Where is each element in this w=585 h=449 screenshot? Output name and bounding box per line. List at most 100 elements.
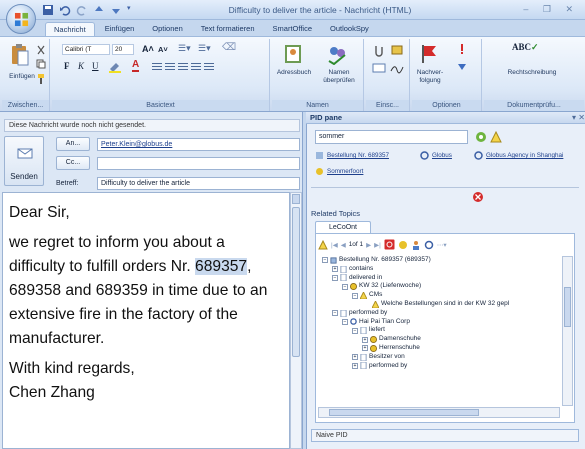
last-page-icon[interactable]: ▶| (374, 241, 381, 249)
spelling-label[interactable]: Rechtschreibung (484, 69, 580, 77)
italic-icon[interactable]: K (78, 61, 84, 71)
tree-node[interactable]: − Hai Pai Tian Corp (322, 318, 560, 327)
pid-search-input[interactable]: sommer (315, 130, 468, 144)
to-field[interactable]: Peter.Klein@globus.de (97, 138, 300, 151)
cc-button[interactable]: Cc... (56, 156, 90, 170)
tab-einfuegen[interactable]: Einfügen (97, 22, 143, 36)
tab-outlookspy[interactable]: OutlookSpy (322, 22, 377, 36)
grow-font-icon[interactable]: A˄ (142, 44, 154, 54)
subject-field[interactable]: Difficulty to deliver the article (97, 177, 300, 190)
tab-smartoffice[interactable]: SmartOffice (265, 22, 320, 36)
to-button[interactable]: An... (56, 137, 90, 151)
collapse-icon[interactable]: − (322, 257, 328, 264)
font-name-select[interactable]: Calibri (T (62, 44, 110, 55)
tab-nachricht[interactable]: Nachricht (45, 22, 95, 36)
numbering-icon[interactable]: ☰▾ (198, 43, 211, 54)
scroll-thumb[interactable] (292, 207, 300, 357)
tree-vertical-scrollbar[interactable] (562, 256, 573, 406)
spelling-icon[interactable]: ABC✓ (512, 42, 539, 53)
signature-icon[interactable] (390, 61, 404, 75)
clear-format-icon[interactable]: ⌫ (222, 42, 236, 53)
tree-node[interactable]: + Herrenschuhe (322, 344, 560, 353)
attach-file-icon[interactable] (372, 43, 386, 57)
message-body[interactable]: Dear Sir, we regret to inform you about … (2, 192, 290, 449)
shrink-font-icon[interactable]: A˅ (158, 45, 168, 54)
first-page-icon[interactable]: |◀ (331, 241, 338, 249)
pid-link-order[interactable]: Bestellung Nr. 689357 (327, 152, 389, 159)
tree-node[interactable]: − KW 32 (Liefenwoche) (322, 282, 560, 291)
increase-indent-icon[interactable] (204, 63, 214, 71)
tree-node[interactable]: + Besitzer von (322, 353, 560, 362)
body-scrollbar[interactable] (290, 192, 302, 449)
decrease-indent-icon[interactable] (191, 63, 201, 71)
tab-text-formatieren[interactable]: Text formatieren (193, 22, 263, 36)
expand-icon[interactable]: + (362, 345, 368, 352)
scroll-up-icon[interactable] (292, 194, 300, 204)
followup-label[interactable]: Nachver-folgung (412, 69, 448, 85)
collapse-icon[interactable]: − (332, 310, 338, 317)
refresh-red-icon[interactable] (384, 239, 395, 250)
cut-icon[interactable] (36, 45, 46, 55)
pid-link-agency[interactable]: Globus Agency in Shanghai (486, 152, 563, 159)
expand-icon[interactable]: + (352, 362, 358, 369)
expand-icon[interactable]: + (362, 336, 368, 343)
search-go-icon[interactable] (475, 131, 487, 143)
person-icon[interactable] (411, 240, 421, 250)
clipboard-group-label[interactable]: Zwischen... (2, 100, 49, 111)
tree-node[interactable]: − CMs (322, 291, 560, 300)
concept-more-icon[interactable]: ⋯▾ (437, 241, 447, 249)
down-arrow-icon[interactable] (110, 4, 122, 16)
pid-link-globus[interactable]: Globus (432, 152, 452, 159)
prev-page-icon[interactable]: ◀ (341, 241, 346, 249)
font-size-select[interactable]: 20 (112, 44, 134, 55)
tree-node[interactable]: − liefert (322, 326, 560, 335)
highlight-icon[interactable] (108, 61, 126, 73)
business-card-icon[interactable] (372, 61, 386, 75)
font-color-icon[interactable]: A (132, 60, 140, 72)
naive-pid-section[interactable]: Naive PID (311, 429, 579, 442)
up-arrow-icon[interactable] (93, 4, 105, 16)
window-controls[interactable]: – ❐ ✕ (523, 4, 579, 15)
basic-text-group-label[interactable]: Basictext (52, 100, 269, 111)
proofing-group-label[interactable]: Dokumentprüfu... (484, 100, 584, 111)
attach-item-icon[interactable] (390, 43, 404, 57)
copy-icon[interactable] (36, 59, 46, 69)
next-page-icon[interactable]: ▶ (366, 241, 371, 249)
bullets-icon[interactable]: ☰▾ (178, 43, 191, 54)
collapse-icon[interactable]: − (342, 318, 348, 325)
tree-node[interactable]: − performed by (322, 309, 560, 318)
blue-circle-icon[interactable] (424, 240, 434, 250)
collapse-icon[interactable]: − (332, 274, 338, 281)
send-button[interactable]: Senden (4, 136, 44, 186)
tree-scroll-thumb[interactable] (564, 287, 571, 327)
tree-node[interactable]: − delivered in (322, 274, 560, 283)
paste-icon[interactable] (10, 43, 30, 67)
high-importance-icon[interactable] (456, 43, 468, 55)
addressbook-icon[interactable] (282, 43, 304, 65)
collapse-icon[interactable]: − (352, 327, 358, 334)
office-button[interactable] (6, 4, 36, 34)
collapse-icon[interactable]: − (352, 292, 358, 299)
bold-icon[interactable]: F (64, 61, 70, 71)
followup-flag-icon[interactable] (418, 43, 440, 65)
low-importance-icon[interactable] (456, 59, 468, 71)
collapse-icon[interactable]: − (342, 283, 348, 290)
addressbook-label[interactable]: Adressbuch (272, 69, 316, 77)
undo-icon[interactable] (59, 4, 71, 16)
expand-icon[interactable]: + (352, 354, 358, 361)
concept-warning-icon[interactable] (318, 239, 328, 250)
cc-field[interactable] (97, 157, 300, 170)
tree-node[interactable]: − Bestellung Nr. 689357 (689357) (322, 256, 560, 265)
concept-yellow-icon[interactable] (398, 240, 408, 250)
highlighted-order-number[interactable]: 689357 (195, 258, 248, 275)
align-right-icon[interactable] (178, 63, 188, 71)
check-names-label[interactable]: Namen überprüfen (316, 69, 362, 85)
tab-optionen[interactable]: Optionen (144, 22, 190, 36)
pid-link-sommerfoort[interactable]: Sommerfoort (327, 168, 363, 175)
expand-icon[interactable]: + (332, 266, 338, 273)
tree-node[interactable]: + contains (322, 265, 560, 274)
redo-icon[interactable] (76, 4, 88, 16)
underline-icon[interactable]: U (92, 61, 99, 71)
pid-close-icon[interactable]: ▾ ✕ (572, 113, 585, 122)
align-center-icon[interactable] (165, 63, 175, 71)
